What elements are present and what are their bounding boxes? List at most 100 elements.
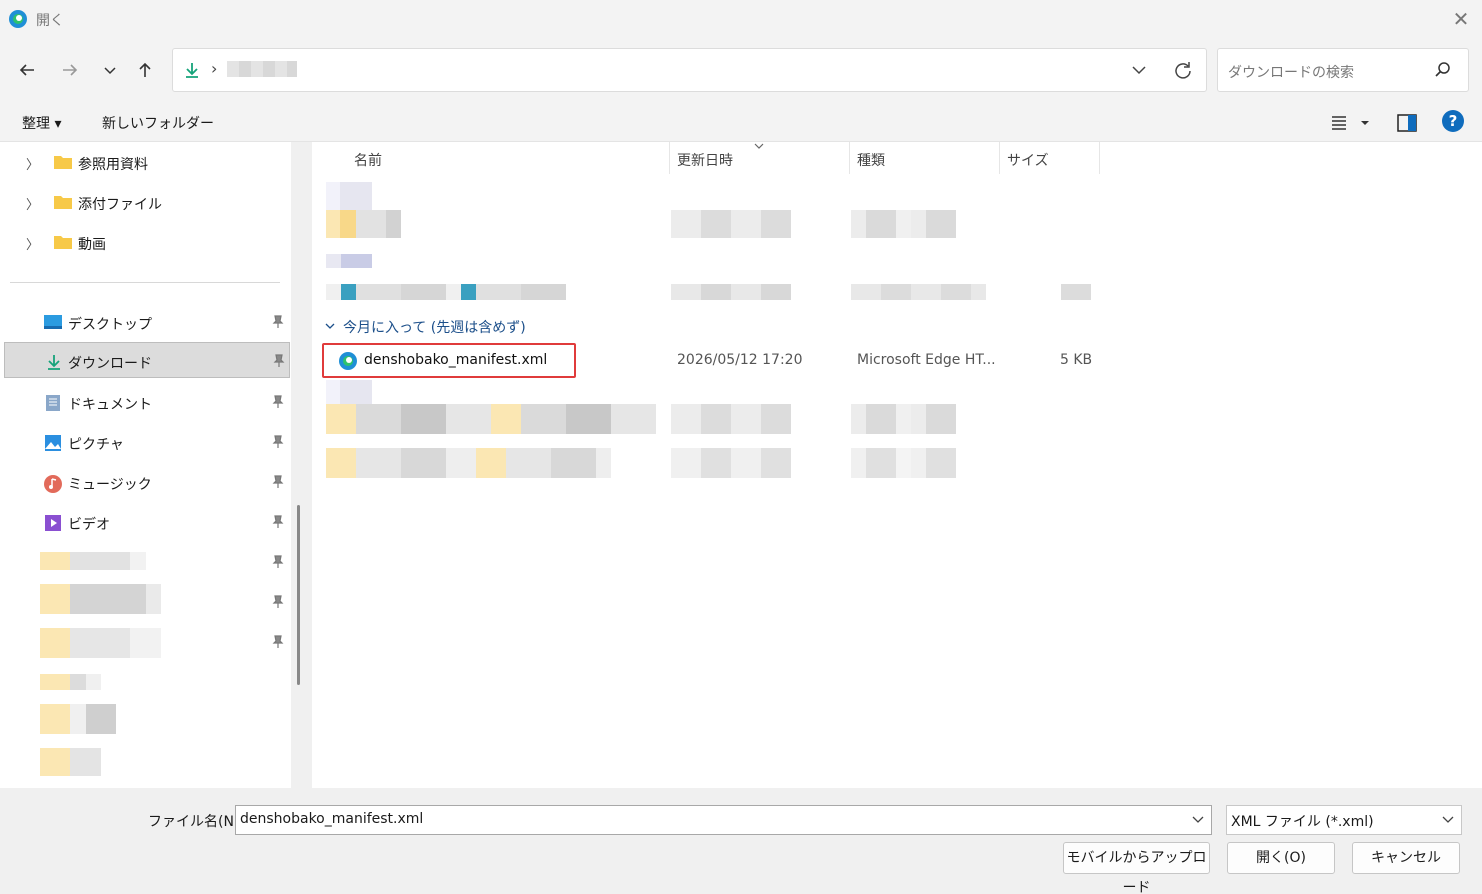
upload-from-mobile-button[interactable]: モバイルからアップロード (1063, 842, 1210, 894)
column-header-size[interactable]: サイズ (1007, 150, 1049, 170)
file-list: 名前 更新日時 種類 サイズ 今月に入って (先週は含めず) denshobak… (312, 142, 1482, 788)
search-icon (1435, 62, 1450, 77)
pin-icon[interactable] (272, 435, 284, 449)
sidebar-item-downloads[interactable]: ダウンロード (4, 342, 290, 378)
video-icon (45, 515, 61, 531)
download-icon (48, 355, 60, 370)
group-header-label[interactable]: 今月に入って (先週は含めず) (343, 317, 526, 337)
chevron-down-icon[interactable] (1191, 812, 1205, 826)
sidebar-item-video[interactable]: ビデオ (0, 504, 291, 540)
sidebar-item-label: 参照用資料 (78, 157, 148, 173)
selection-highlight-box (322, 343, 576, 378)
column-header-type[interactable]: 種類 (857, 150, 885, 170)
sidebar-item-label: ミュージック (68, 477, 152, 493)
filename-value: denshobako_manifest.xml (240, 811, 424, 827)
pin-icon[interactable] (272, 635, 284, 649)
expand-chevron-icon[interactable]: 〉 (26, 194, 39, 213)
file-type-filter-value: XML ファイル (*.xml) (1231, 814, 1374, 830)
folder-icon (54, 196, 72, 209)
pin-icon[interactable] (272, 315, 284, 329)
sidebar-item-attachments[interactable]: 〉 添付ファイル (0, 184, 291, 220)
expand-chevron-icon[interactable]: 〉 (26, 154, 39, 173)
column-separator[interactable] (1099, 142, 1100, 174)
column-header-name[interactable]: 名前 (354, 150, 382, 170)
blurred-sidebar-entry[interactable] (40, 552, 146, 570)
pin-icon[interactable] (272, 475, 284, 489)
cancel-button[interactable]: キャンセル (1352, 842, 1460, 874)
sidebar-item-pictures[interactable]: ピクチャ (0, 424, 291, 460)
edge-icon (9, 10, 27, 28)
pin-icon[interactable] (272, 595, 284, 609)
back-arrow-icon[interactable] (13, 56, 41, 84)
search-box[interactable]: ダウンロードの検索 (1217, 48, 1469, 92)
pin-icon[interactable] (273, 354, 285, 368)
blurred-file-size (1061, 284, 1091, 300)
sidebar-item-label: 添付ファイル (78, 197, 162, 213)
sidebar-item-label: デスクトップ (68, 317, 152, 333)
address-bar[interactable]: › (172, 48, 1207, 92)
navigation-bar: › ダウンロードの検索 (0, 38, 1482, 102)
blurred-file-date (671, 404, 791, 434)
sidebar-item-label: ビデオ (68, 517, 110, 533)
blurred-file-row[interactable] (326, 404, 656, 434)
sidebar-item-reference-docs[interactable]: 〉 参照用資料 (0, 144, 291, 180)
sidebar-item-documents[interactable]: ドキュメント (0, 384, 291, 420)
expand-chevron-icon[interactable]: 〉 (26, 234, 39, 253)
help-icon[interactable]: ? (1442, 110, 1464, 132)
blurred-file-row[interactable] (326, 448, 611, 478)
folder-icon (54, 156, 72, 169)
sidebar-scrollbar[interactable] (297, 505, 300, 685)
pin-icon[interactable] (272, 395, 284, 409)
preview-pane-icon[interactable] (1396, 112, 1418, 134)
blurred-sidebar-entry[interactable] (40, 748, 101, 776)
sidebar-item-label: ドキュメント (68, 397, 152, 413)
blurred-file-type (851, 210, 956, 238)
search-placeholder: ダウンロードの検索 (1228, 65, 1354, 81)
chevron-down-icon[interactable] (1441, 812, 1455, 826)
blurred-file-row[interactable] (326, 284, 566, 300)
sidebar-item-label: 動画 (78, 237, 106, 253)
sidebar-item-videos-folder[interactable]: 〉 動画 (0, 224, 291, 260)
sidebar-divider (10, 282, 280, 283)
command-bar: 整理 ▾ 新しいフォルダー ? (0, 102, 1482, 142)
blurred-file-date (671, 210, 791, 238)
forward-arrow-icon[interactable] (56, 56, 84, 84)
folder-icon (54, 236, 72, 249)
title-bar: 開く ✕ (0, 0, 1482, 38)
blurred-group-header (326, 380, 372, 404)
sidebar-item-music[interactable]: ミュージック (0, 464, 291, 500)
blurred-group-header (326, 254, 372, 268)
breadcrumb-blurred[interactable] (227, 61, 297, 77)
blurred-sidebar-entry[interactable] (40, 674, 101, 690)
address-dropdown-chevron-icon[interactable] (1128, 59, 1150, 81)
column-separator[interactable] (669, 142, 670, 174)
sidebar-item-label: ダウンロード (68, 356, 152, 372)
recent-locations-chevron-icon[interactable] (96, 56, 124, 84)
column-header-date[interactable]: 更新日時 (677, 150, 733, 170)
blurred-file-row[interactable] (326, 210, 401, 238)
organize-menu-button[interactable]: 整理 ▾ (22, 113, 61, 133)
view-options-icon[interactable] (1330, 112, 1374, 134)
column-separator[interactable] (849, 142, 850, 174)
filename-input[interactable]: denshobako_manifest.xml (235, 805, 1212, 835)
blurred-file-date (671, 284, 791, 300)
window-title: 開く (36, 13, 64, 29)
breadcrumb-separator: › (211, 59, 218, 78)
open-button[interactable]: 開く(O) (1227, 842, 1335, 874)
navigation-pane: 〉 参照用資料 〉 添付ファイル 〉 動画 デスクトップ ダウンロード ドキュメ… (0, 142, 291, 788)
collapse-group-chevron-icon[interactable] (324, 320, 336, 332)
column-separator[interactable] (999, 142, 1000, 174)
filename-label: ファイル名(N): (148, 814, 245, 830)
pin-icon[interactable] (272, 555, 284, 569)
up-arrow-icon[interactable] (131, 56, 159, 84)
blurred-sidebar-entry[interactable] (40, 584, 161, 614)
new-folder-button[interactable]: 新しいフォルダー (102, 113, 214, 133)
pin-icon[interactable] (272, 515, 284, 529)
sidebar-item-desktop[interactable]: デスクトップ (0, 304, 291, 340)
refresh-icon[interactable] (1171, 59, 1195, 83)
close-icon[interactable]: ✕ (1446, 4, 1476, 34)
blurred-sidebar-entry[interactable] (40, 628, 161, 658)
blurred-sidebar-entry[interactable] (40, 704, 116, 734)
blurred-group-header (326, 182, 372, 210)
file-type-filter[interactable]: XML ファイル (*.xml) (1226, 805, 1462, 835)
